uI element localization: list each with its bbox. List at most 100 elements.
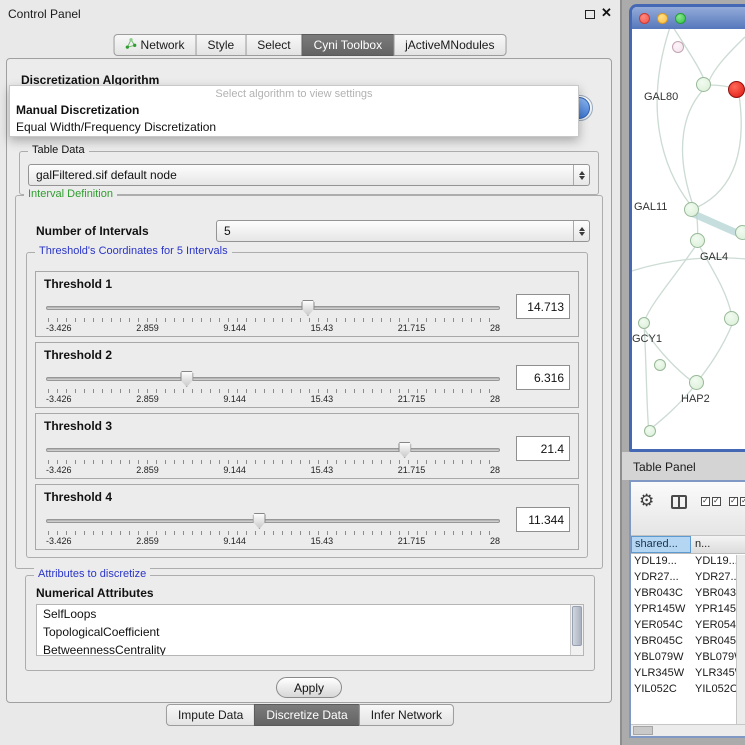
apply-button[interactable]: Apply — [276, 677, 342, 698]
table-cell[interactable]: YBR043C — [631, 586, 691, 602]
network-node-gcy1[interactable] — [638, 317, 650, 329]
table-row[interactable]: YER054CYER054C — [631, 618, 745, 634]
network-node[interactable] — [654, 359, 666, 371]
checkbox-icons[interactable] — [701, 497, 745, 506]
scale-tick-label: 9.144 — [223, 465, 246, 475]
tab-label: jActiveMNodules — [405, 38, 494, 52]
table-cell[interactable]: YBR045C — [631, 634, 691, 650]
list-item[interactable]: SelfLoops — [37, 605, 583, 623]
network-node[interactable] — [644, 425, 656, 437]
dropdown-option-equal-width[interactable]: Equal Width/Frequency Discretization — [10, 119, 578, 136]
slider-ticks — [48, 318, 498, 322]
table-row[interactable]: YBL079WYBL079W — [631, 650, 745, 666]
scale-tick-label: 9.144 — [223, 536, 246, 546]
number-of-intervals-value: 5 — [217, 224, 573, 238]
dropdown-option-manual[interactable]: Manual Discretization — [10, 102, 578, 119]
checkbox-icon[interactable] — [729, 497, 738, 506]
table-vertical-scrollbar[interactable] — [736, 555, 745, 724]
network-node-hap2[interactable] — [689, 375, 704, 390]
network-node-gal11[interactable] — [684, 202, 699, 217]
table-row[interactable]: YDL19...YDL19... — [631, 554, 745, 570]
close-traffic-light-icon[interactable] — [639, 13, 650, 24]
columns-icon[interactable] — [671, 495, 687, 509]
tab-network[interactable]: Network — [114, 34, 197, 56]
tab-cyni-toolbox[interactable]: Cyni Toolbox — [302, 34, 394, 56]
number-of-intervals-combo[interactable]: 5 — [216, 220, 590, 242]
threshold-3-value-field[interactable]: 21.4 — [516, 436, 570, 461]
zoom-traffic-light-icon[interactable] — [675, 13, 686, 24]
network-node[interactable] — [724, 311, 739, 326]
checkbox-icon[interactable] — [740, 497, 745, 506]
slider-thumb[interactable] — [180, 371, 193, 387]
slider-track[interactable] — [46, 519, 500, 523]
table-cell[interactable]: YDL19... — [631, 554, 691, 570]
bottom-tab-bar: Impute Data Discretize Data Infer Networ… — [166, 704, 454, 726]
tab-label: Cyni Toolbox — [314, 38, 382, 52]
network-node-gal80[interactable] — [696, 77, 711, 92]
number-of-intervals-label: Number of Intervals — [36, 224, 149, 238]
network-node[interactable] — [672, 41, 684, 53]
tab-impute-data[interactable]: Impute Data — [166, 704, 255, 726]
scale-tick-label: -3.426 — [46, 323, 72, 333]
slider-track[interactable] — [46, 448, 500, 452]
network-canvas[interactable]: GAL80 GAL11 GAL4 GCY1 HAP2 — [632, 29, 745, 449]
tab-label: Discretize Data — [266, 708, 347, 722]
list-item[interactable]: BetweennessCentrality — [37, 641, 583, 656]
tab-jactivemnodules[interactable]: jActiveMNodules — [393, 34, 506, 56]
column-header-shared-name[interactable]: shared... — [631, 536, 691, 553]
scrollbar-thumb[interactable] — [633, 726, 653, 735]
thresholds-group: Threshold's Coordinates for 5 Intervals … — [26, 252, 588, 558]
threshold-3-panel: Threshold 3 -3.4262.8599.14415.4321.7152… — [35, 413, 579, 479]
slider-thumb[interactable] — [253, 513, 266, 529]
minimize-traffic-light-icon[interactable] — [657, 13, 668, 24]
slider-thumb[interactable] — [398, 442, 411, 458]
table-cell[interactable]: YLR345W — [631, 666, 691, 682]
table-cell[interactable]: YBL079W — [631, 650, 691, 666]
list-item[interactable]: TopologicalCoefficient — [37, 623, 583, 641]
table-row[interactable]: YIL052CYIL052C — [631, 682, 745, 698]
interval-definition-group: Interval Definition Number of Intervals … — [15, 195, 603, 569]
combo-stepper-icon — [573, 165, 589, 185]
panel-title: Control Panel — [8, 7, 81, 21]
node-label: GAL80 — [644, 91, 678, 103]
float-window-icon[interactable] — [585, 10, 595, 19]
threshold-1-label: Threshold 1 — [44, 277, 112, 291]
close-icon[interactable]: ✕ — [601, 5, 612, 21]
threshold-4-panel: Threshold 4 -3.4262.8599.14415.4321.7152… — [35, 484, 579, 550]
threshold-2-value-field[interactable]: 6.316 — [516, 365, 570, 390]
tab-select[interactable]: Select — [245, 34, 302, 56]
table-cell[interactable]: YER054C — [631, 618, 691, 634]
network-node[interactable] — [735, 225, 745, 240]
scrollbar-thumb[interactable] — [572, 606, 582, 646]
dropdown-placeholder: Select algorithm to view settings — [10, 86, 578, 102]
checkbox-icon[interactable] — [712, 497, 721, 506]
slider-thumb[interactable] — [301, 300, 314, 316]
threshold-1-value-field[interactable]: 14.713 — [516, 294, 570, 319]
table-cell[interactable]: YPR145W — [631, 602, 691, 618]
network-node-gal4[interactable] — [690, 233, 705, 248]
gear-icon[interactable]: ⚙ — [639, 491, 654, 511]
table-cell[interactable]: YIL052C — [631, 682, 691, 698]
tab-discretize-data[interactable]: Discretize Data — [254, 704, 359, 726]
checkbox-icon[interactable] — [701, 497, 710, 506]
table-cell[interactable]: YDR27... — [631, 570, 691, 586]
table-data-combo[interactable]: galFiltered.sif default node — [28, 164, 590, 186]
network-node-selected[interactable] — [728, 81, 745, 98]
table-horizontal-scrollbar[interactable] — [631, 724, 745, 736]
interval-definition-label: Interval Definition — [24, 188, 117, 200]
scale-tick-label: 2.859 — [136, 323, 159, 333]
table-body: YDL19...YDL19... YDR27...YDR27... YBR043… — [631, 554, 745, 698]
tab-infer-network[interactable]: Infer Network — [359, 704, 454, 726]
tab-style[interactable]: Style — [196, 34, 247, 56]
threshold-4-value-field[interactable]: 11.344 — [516, 507, 570, 532]
table-row[interactable]: YBR045CYBR045C — [631, 634, 745, 650]
table-row[interactable]: YLR345WYLR345W — [631, 666, 745, 682]
slider-track[interactable] — [46, 306, 500, 310]
scale-tick-label: 21.715 — [398, 465, 426, 475]
table-row[interactable]: YBR043CYBR043C — [631, 586, 745, 602]
slider-track[interactable] — [46, 377, 500, 381]
table-row[interactable]: YDR27...YDR27... — [631, 570, 745, 586]
list-scrollbar[interactable] — [570, 605, 583, 655]
column-header-name[interactable]: n... — [691, 536, 745, 553]
table-row[interactable]: YPR145WYPR145W — [631, 602, 745, 618]
